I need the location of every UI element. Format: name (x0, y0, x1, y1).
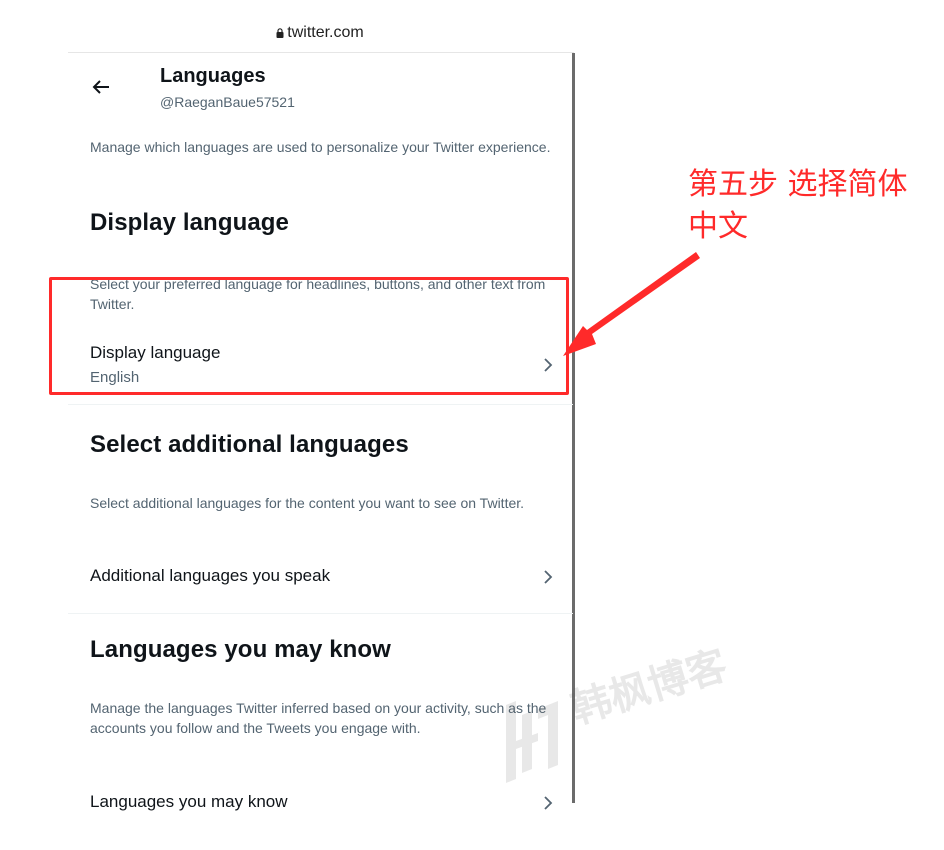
languages-panel: Languages @RaeganBaue57521 Manage which … (68, 53, 573, 813)
back-button[interactable] (88, 77, 114, 101)
languages-may-know-row-label: Languages you may know (90, 792, 288, 811)
additional-languages-description: Select additional languages for the cont… (90, 495, 525, 511)
chevron-right-icon (543, 569, 553, 585)
annotation-text: 第五步 选择简体中文 (688, 167, 908, 244)
languages-may-know-heading: Languages you may know (90, 636, 391, 663)
languages-may-know-description: Manage the languages Twitter inferred ba… (90, 700, 547, 736)
lock-icon (276, 28, 284, 38)
section-divider (68, 404, 573, 405)
section-divider (68, 613, 573, 614)
additional-languages-row-label: Additional languages you speak (90, 566, 331, 585)
display-language-heading: Display language (90, 209, 289, 236)
watermark-text: 韩枫博客 (565, 642, 733, 734)
url-bar[interactable]: twitter.com (260, 24, 380, 42)
additional-languages-row[interactable]: Additional languages you speak (68, 553, 573, 601)
highlight-box (49, 277, 569, 395)
url-text: twitter.com (287, 24, 364, 41)
page-title: Languages (160, 65, 266, 87)
intro-description: Manage which languages are used to perso… (90, 139, 551, 155)
arrow-left-icon (91, 79, 111, 100)
chevron-right-icon (543, 795, 553, 811)
user-handle: @RaeganBaue57521 (160, 94, 295, 110)
languages-may-know-row[interactable]: Languages you may know (68, 779, 573, 827)
additional-languages-heading: Select additional languages (90, 431, 409, 458)
